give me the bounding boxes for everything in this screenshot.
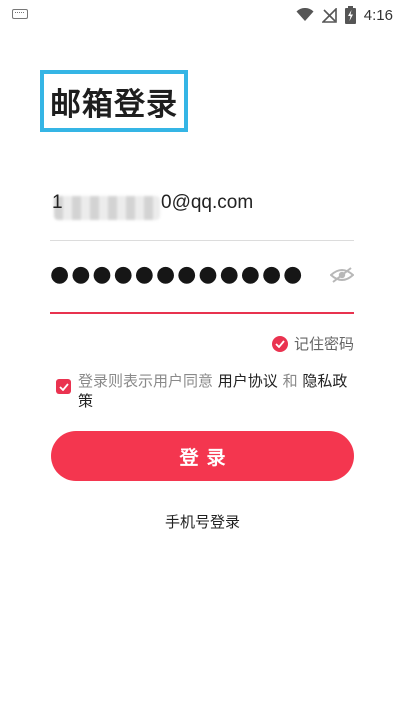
battery-charging-icon — [344, 6, 356, 24]
agreement-text: 登录则表示用户同意 用户协议 和 隐私政策 — [78, 371, 353, 411]
agreement-conjunction: 和 — [277, 372, 303, 390]
status-icons: 4:16 — [296, 4, 393, 26]
email-field[interactable]: 1 0@qq.com — [50, 182, 354, 241]
agreement-prefix: 登录则表示用户同意 — [78, 372, 218, 390]
keyboard-icon — [12, 9, 28, 19]
password-field[interactable]: ●●●●●●●●●●●● — [50, 252, 354, 314]
email-suffix: 0@qq.com — [161, 192, 254, 213]
eye-closed-icon[interactable] — [330, 266, 354, 284]
password-value: ●●●●●●●●●●●● — [50, 262, 305, 287]
login-button[interactable]: 登录 — [51, 431, 354, 481]
agreement-row: 登录则表示用户同意 用户协议 和 隐私政策 — [56, 371, 356, 411]
wifi-icon — [296, 8, 314, 21]
email-redaction — [54, 196, 160, 220]
no-signal-icon — [321, 7, 337, 23]
check-icon — [271, 335, 288, 352]
login-button-label: 登录 — [179, 446, 234, 469]
agreement-checkbox[interactable] — [56, 379, 71, 394]
status-bar: 4:16 — [0, 0, 405, 30]
phone-login-link[interactable]: 手机号登录 — [0, 511, 405, 532]
page-title: 邮箱登录 — [50, 86, 178, 123]
status-time: 4:16 — [363, 6, 393, 24]
remember-password-label: 记住密码 — [293, 335, 354, 353]
page-title-highlight: 邮箱登录 — [40, 70, 188, 132]
remember-password-toggle[interactable]: 记住密码 — [271, 333, 354, 354]
user-agreement-link[interactable]: 用户协议 — [218, 372, 278, 390]
email-prefix: 1 — [52, 192, 63, 213]
